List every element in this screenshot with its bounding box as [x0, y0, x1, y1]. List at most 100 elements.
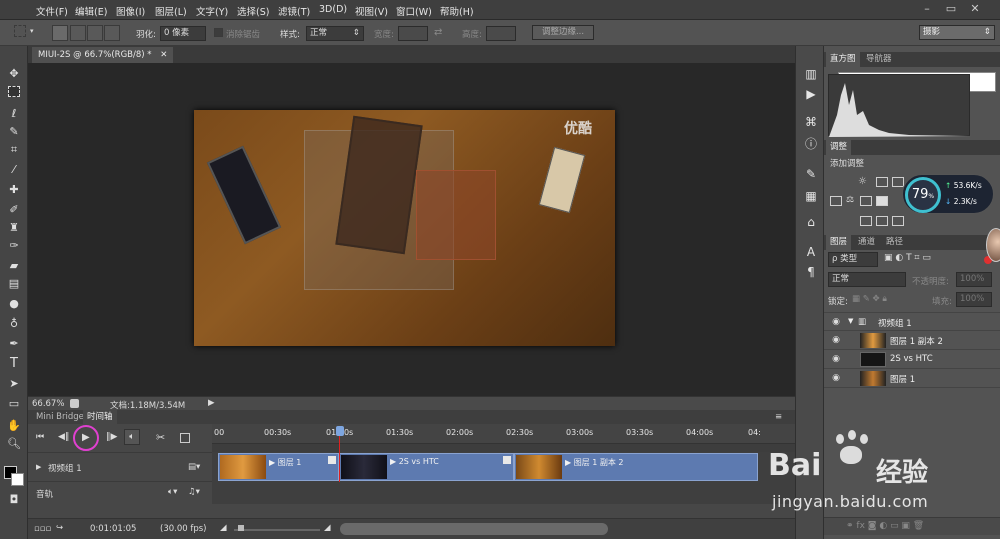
menu-image[interactable]: 图像(I) — [116, 4, 145, 18]
tab-layers[interactable]: 图层 — [826, 235, 852, 250]
background-color-swatch[interactable] — [11, 473, 24, 486]
lasso-tool-icon[interactable]: ℓ — [5, 106, 23, 122]
healing-brush-tool-icon[interactable]: ✚ — [5, 182, 23, 198]
info-icon[interactable]: ⓘ — [803, 136, 819, 152]
menu-help[interactable]: 帮助(H) — [440, 4, 474, 18]
tab-histogram[interactable]: 直方图 — [826, 52, 860, 67]
swap-icon[interactable]: ⇄ — [434, 27, 442, 38]
black-white-icon[interactable] — [876, 196, 888, 206]
quick-select-tool-icon[interactable]: ✎ — [5, 124, 23, 140]
transition-icon[interactable] — [180, 433, 190, 443]
gradient-tool-icon[interactable]: ▤ — [5, 276, 23, 292]
video-frame[interactable]: 优酷 — [194, 110, 615, 346]
refine-edge-button[interactable]: 调整边缘... — [532, 25, 594, 40]
clip-layer-1[interactable]: ▶ 图层 1 — [218, 453, 339, 481]
history-icon[interactable]: ⌘ — [803, 114, 819, 130]
levels-icon[interactable] — [876, 177, 888, 187]
crop-tool-icon[interactable]: ⌗ — [5, 142, 23, 158]
workspace-select[interactable]: 摄影 ⇕ — [919, 25, 995, 40]
chevron-down-icon[interactable]: ▾ — [30, 27, 34, 35]
video-group-header[interactable]: ▶ 视频组 1 ▤▾ — [28, 452, 212, 482]
dodge-tool-icon[interactable]: ♁ — [5, 316, 23, 332]
history-brush-tool-icon[interactable]: ✑ — [5, 238, 23, 254]
intersect-selection-icon[interactable] — [104, 25, 120, 41]
visibility-eye-icon[interactable]: ◉ — [830, 316, 842, 328]
panel-menu-icon[interactable]: ≡ — [775, 412, 782, 422]
timeline-scrollbar[interactable] — [340, 523, 608, 535]
subtract-selection-icon[interactable] — [87, 25, 103, 41]
next-frame-icon[interactable]: ‖▶ — [106, 432, 117, 442]
antialias-checkbox[interactable] — [214, 28, 223, 37]
layer-row-2s-vs-htc[interactable]: ◉ 2S vs HTC — [824, 350, 1000, 369]
hand-tool-icon[interactable]: ✋ — [5, 418, 23, 434]
style-select[interactable]: 正常 ⇕ — [306, 26, 364, 41]
zoom-slider-thumb[interactable] — [238, 525, 244, 531]
layer-row-copy-2[interactable]: ◉ 图层 1 副本 2 — [824, 331, 1000, 350]
work-area-bar[interactable] — [212, 444, 795, 452]
brightness-icon[interactable]: ☼ — [858, 176, 867, 187]
rectangle-tool-icon[interactable]: ▭ — [5, 396, 23, 412]
layer-row-layer-1[interactable]: ◉ 图层 1 — [824, 369, 1000, 388]
tab-navigator[interactable]: 导航器 — [862, 52, 896, 67]
eraser-tool-icon[interactable]: ▰ — [5, 258, 23, 274]
clone-source-icon[interactable]: ⌂ — [803, 214, 819, 230]
menu-filter[interactable]: 滤镜(T) — [278, 4, 310, 18]
path-select-tool-icon[interactable]: ➤ — [5, 376, 23, 392]
previous-frame-icon[interactable]: ◀‖ — [58, 432, 69, 442]
height-input[interactable] — [486, 26, 516, 41]
menu-window[interactable]: 窗口(W) — [396, 4, 432, 18]
lock-icons[interactable]: ▦ ✎ ✥ 🔒︎ — [852, 294, 887, 304]
brush-settings-icon[interactable]: ▦ — [803, 188, 819, 204]
new-selection-icon[interactable] — [52, 25, 68, 41]
tab-timeline[interactable]: 时间轴 — [83, 410, 117, 425]
go-to-first-frame-icon[interactable]: ⏮ — [36, 432, 44, 442]
blend-mode-select[interactable]: 正常 — [828, 272, 906, 287]
curves-icon[interactable] — [892, 177, 904, 187]
vibrance-icon[interactable] — [830, 196, 842, 206]
avatar[interactable] — [986, 228, 1000, 262]
share-icon[interactable] — [70, 399, 79, 408]
layer-row-video-group[interactable]: ◉ ▼ ▥ 视频组 1 — [824, 312, 1000, 331]
zoom-out-icon[interactable]: ◢ — [220, 523, 227, 533]
film-strip-icon[interactable]: ▤▾ — [188, 462, 200, 472]
maximize-icon[interactable]: ▭ — [940, 2, 962, 16]
width-input[interactable] — [398, 26, 428, 41]
playhead-handle[interactable] — [336, 426, 344, 436]
close-icon[interactable]: ✕ — [964, 2, 986, 16]
hue-saturation-icon[interactable] — [860, 196, 872, 206]
play-action-icon[interactable]: ▶ — [803, 86, 819, 102]
menu-edit[interactable]: 编辑(E) — [75, 4, 107, 18]
tab-adjustments[interactable]: 调整 — [826, 140, 852, 155]
menu-type[interactable]: 文字(Y) — [196, 4, 228, 18]
tab-mini-bridge[interactable]: Mini Bridge — [32, 410, 88, 425]
marquee-tool-icon[interactable] — [8, 86, 20, 97]
quick-mask-icon[interactable]: ◘ — [5, 492, 23, 508]
render-icon[interactable]: ▫▫▫ — [34, 524, 51, 534]
posterize-icon[interactable] — [876, 216, 888, 226]
zoom-slider-track[interactable] — [234, 529, 320, 531]
volume-icon[interactable]: 🔈︎▾ — [168, 487, 177, 497]
tab-paths[interactable]: 路径 — [882, 235, 907, 250]
invert-icon[interactable] — [860, 216, 872, 226]
menu-select[interactable]: 选择(S) — [237, 4, 269, 18]
split-scissors-icon[interactable]: ✂ — [156, 431, 165, 444]
fill-input[interactable]: 100% — [956, 292, 992, 307]
visibility-eye-icon[interactable]: ◉ — [830, 353, 842, 365]
opacity-input[interactable]: 100% — [956, 272, 992, 287]
blur-tool-icon[interactable]: ● — [5, 296, 23, 312]
play-button[interactable]: ▶ — [82, 432, 90, 443]
layer-filter-icons[interactable]: ▣ ◐ T ⌗ ▭ — [884, 253, 931, 263]
move-tool-icon[interactable]: ✥ — [5, 66, 23, 82]
visibility-eye-icon[interactable]: ◉ — [830, 334, 842, 346]
clip-2s-vs-htc[interactable]: ▶ 2S vs HTC — [339, 453, 514, 481]
clone-stamp-tool-icon[interactable]: ♜ — [5, 220, 23, 236]
balance-icon[interactable]: ⚖ — [846, 195, 854, 205]
visibility-eye-icon[interactable]: ◉ — [830, 372, 842, 384]
zoom-tool-icon[interactable]: 🔍︎ — [5, 436, 23, 452]
close-tab-icon[interactable]: ✕ — [160, 50, 167, 60]
tab-channels[interactable]: 通道 — [854, 235, 879, 250]
pen-tool-icon[interactable]: ✒ — [5, 336, 23, 352]
clip-end-icon[interactable] — [328, 456, 336, 464]
network-monitor[interactable]: 79% ↑ 53.6K/s ↓ 2.3K/s — [902, 174, 994, 214]
zoom-in-icon[interactable]: ◢ — [324, 523, 331, 533]
